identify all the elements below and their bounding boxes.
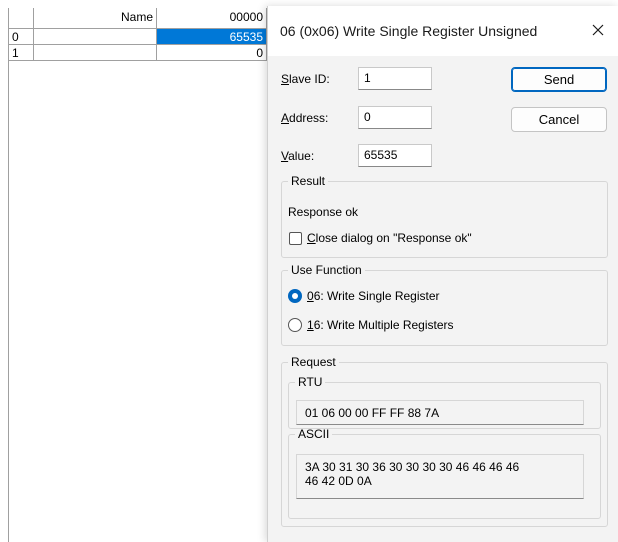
- close-button[interactable]: [582, 14, 614, 46]
- write-register-dialog: 06 (0x06) Write Single Register Unsigned…: [267, 6, 618, 542]
- row-name-cell[interactable]: [34, 45, 157, 61]
- dialog-title: 06 (0x06) Write Single Register Unsigned: [280, 23, 538, 39]
- function-16-radio[interactable]: [288, 318, 302, 332]
- send-button[interactable]: Send: [511, 67, 607, 92]
- row-value-cell[interactable]: 65535: [157, 29, 267, 45]
- row-value-cell[interactable]: 0: [157, 45, 267, 61]
- address-label: Address:: [281, 111, 329, 125]
- ascii-line-2: 46 42 0D 0A: [305, 474, 372, 488]
- ascii-legend: ASCII: [298, 427, 330, 441]
- function-06-radio[interactable]: [288, 289, 302, 303]
- function-06-label[interactable]: 06: Write Single Register: [307, 289, 440, 303]
- row-name-cell[interactable]: [34, 29, 157, 45]
- rtu-request-field[interactable]: 01 06 00 00 FF FF 88 7A: [296, 400, 584, 425]
- close-on-ok-checkbox[interactable]: [289, 232, 302, 245]
- close-on-ok-label[interactable]: Close dialog on "Response ok": [307, 231, 472, 245]
- use-function-group: Use Function: [281, 263, 608, 346]
- slave-id-label: Slave ID:: [281, 72, 330, 86]
- result-legend: Result: [291, 174, 326, 188]
- ascii-line-1: 3A 30 31 30 36 30 30 30 30 46 46 46 46: [305, 460, 520, 474]
- close-icon: [592, 24, 604, 36]
- dialog-titlebar[interactable]: 06 (0x06) Write Single Register Unsigned: [268, 6, 618, 56]
- cancel-button[interactable]: Cancel: [511, 107, 607, 132]
- request-legend: Request: [291, 355, 336, 369]
- column-header-value[interactable]: 00000: [157, 8, 267, 29]
- row-index: 0: [9, 29, 34, 45]
- value-label: Value:: [281, 149, 315, 163]
- row-index: 1: [9, 45, 34, 61]
- function-16-label[interactable]: 16: Write Multiple Registers: [307, 318, 454, 332]
- use-function-legend: Use Function: [291, 263, 362, 277]
- response-status: Response ok: [288, 205, 359, 219]
- slave-id-input[interactable]: 1: [358, 67, 432, 90]
- ascii-request-field[interactable]: 3A 30 31 30 36 30 30 30 30 46 46 46 46 4…: [296, 454, 584, 499]
- grid-corner-header: [9, 8, 34, 29]
- rtu-legend: RTU: [298, 375, 323, 389]
- address-input[interactable]: 0: [358, 106, 432, 129]
- column-header-name[interactable]: Name: [34, 8, 157, 29]
- value-input[interactable]: 65535: [358, 144, 432, 167]
- register-grid[interactable]: Name 00000 0 65535 1 0: [8, 8, 271, 542]
